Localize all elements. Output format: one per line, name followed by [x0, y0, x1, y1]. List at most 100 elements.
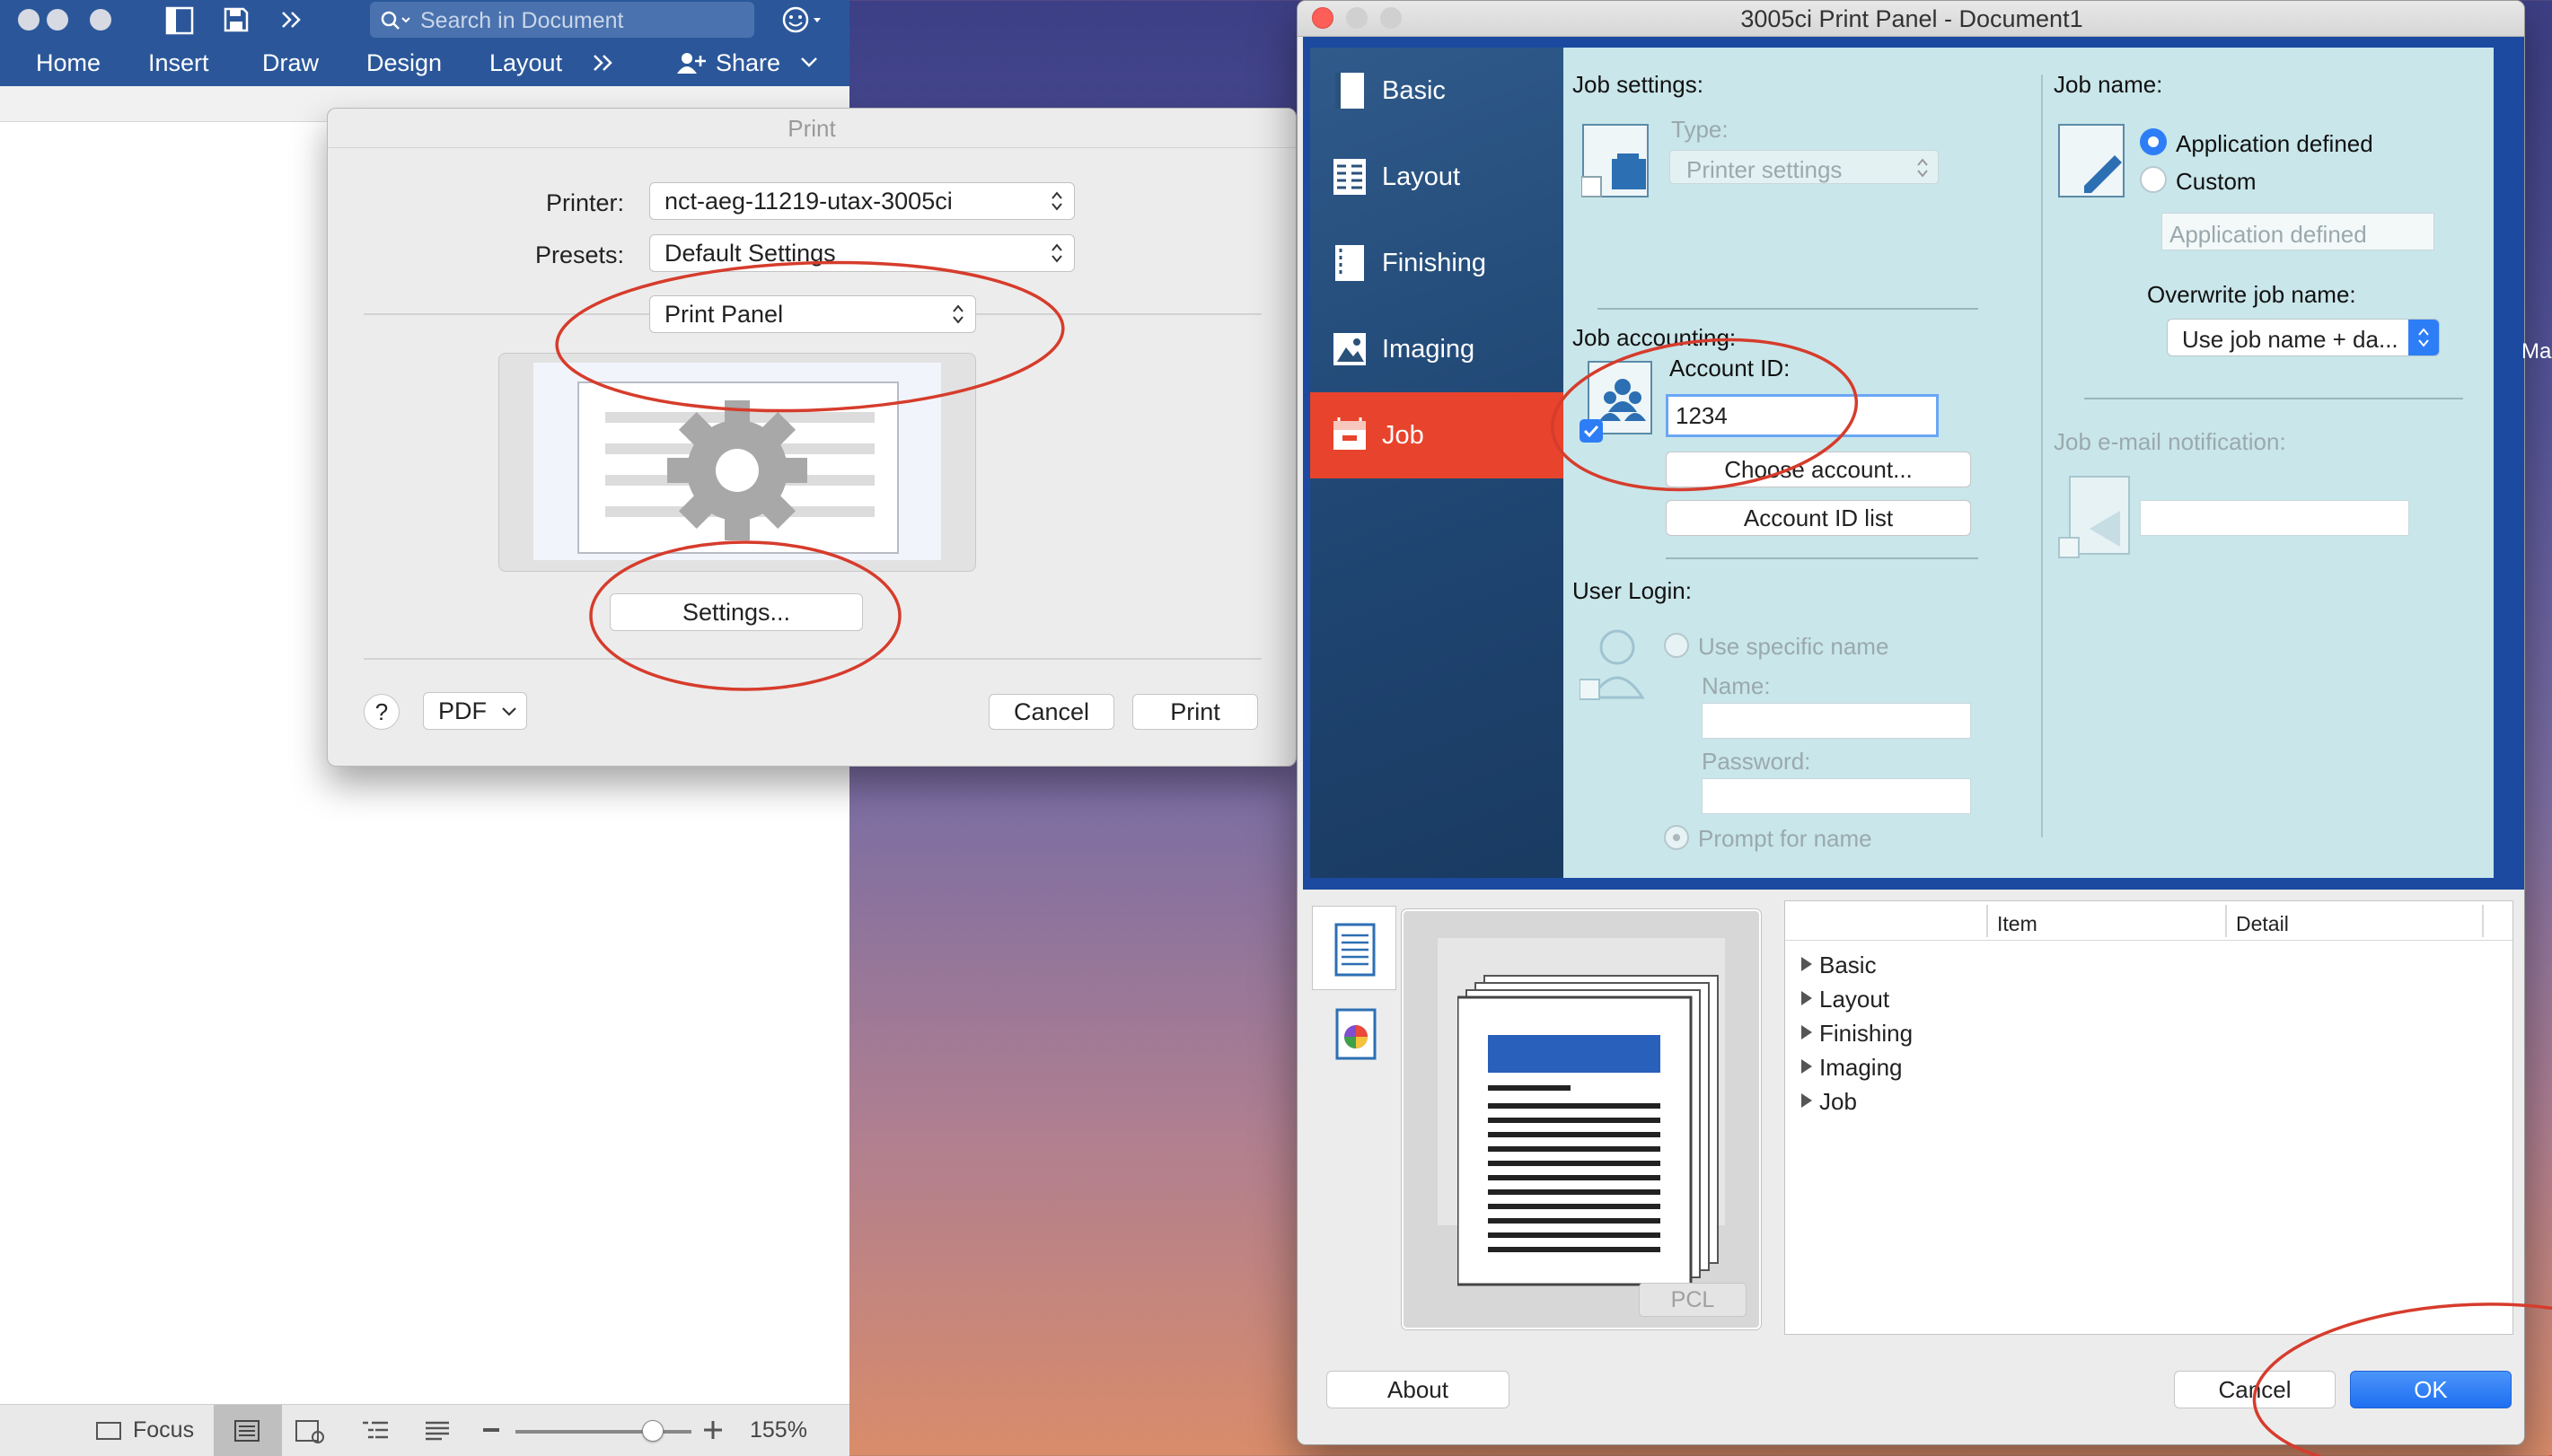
up-down-arrows-icon	[1052, 243, 1062, 263]
smiley-feedback-icon[interactable]	[781, 5, 826, 34]
type-select[interactable]: Printer settings	[1669, 150, 1939, 184]
draft-view-icon[interactable]	[424, 1419, 451, 1443]
focus-icon[interactable]	[95, 1421, 122, 1441]
outline-view-icon[interactable]	[361, 1419, 390, 1443]
job-icon	[1333, 417, 1366, 450]
close-window-button[interactable]	[1312, 7, 1333, 29]
account-id-input[interactable]: 1234	[1666, 394, 1939, 437]
row-label: Job	[1819, 1088, 1857, 1115]
web-layout-icon[interactable]	[295, 1419, 325, 1444]
table-row[interactable]: Basic	[1800, 948, 2159, 982]
minimize-window-button[interactable]	[1346, 7, 1368, 29]
divider	[1597, 308, 1978, 310]
nav-item-job[interactable]: Job	[1310, 392, 1563, 478]
divider	[2084, 398, 2463, 399]
color-preview-tab[interactable]	[1312, 992, 1396, 1076]
password-input[interactable]	[1702, 778, 1971, 814]
settings-summary-table: Item Detail Basic Layout Finishing Imagi…	[1784, 900, 2513, 1335]
print-layout-view-button[interactable]	[214, 1405, 282, 1456]
up-down-arrows-icon	[1052, 191, 1062, 211]
zoom-window-button[interactable]	[90, 9, 111, 31]
zoom-out-icon[interactable]	[483, 1428, 501, 1434]
custom-job-name-input[interactable]: Application defined	[2161, 213, 2434, 250]
account-id-label: Account ID:	[1669, 355, 1791, 382]
ribbon-tab-layout[interactable]: Layout	[489, 49, 562, 77]
nav-item-layout[interactable]: Layout	[1310, 134, 1563, 220]
row-label: Basic	[1819, 952, 1877, 978]
custom-radio[interactable]	[2140, 166, 2167, 193]
nav-item-finishing[interactable]: Finishing	[1310, 220, 1563, 306]
ribbon-tab-insert[interactable]: Insert	[148, 49, 209, 77]
select-stepper	[2408, 320, 2439, 355]
printer-value: nct-aeg-11219-utax-3005ci	[664, 187, 953, 215]
basic-icon	[1335, 73, 1364, 109]
zoom-window-button[interactable]	[1380, 7, 1402, 29]
settings-button[interactable]: Settings...	[610, 593, 863, 631]
more-commands-icon[interactable]	[278, 7, 305, 32]
chevron-down-icon	[502, 707, 516, 716]
share-button[interactable]: Share	[716, 49, 780, 77]
search-field[interactable]: Search in Document	[370, 2, 754, 38]
overwrite-job-name-label: Overwrite job name:	[2147, 281, 2356, 308]
email-notification-icon	[2058, 476, 2130, 558]
minimize-window-button[interactable]	[47, 9, 68, 31]
use-specific-name-radio[interactable]	[1664, 633, 1689, 658]
up-down-arrows-icon	[2418, 328, 2429, 347]
ribbon-tab-home[interactable]: Home	[36, 49, 101, 77]
zoom-percent: 155%	[750, 1417, 807, 1443]
panel-cancel-button[interactable]: Cancel	[2174, 1371, 2336, 1408]
about-button[interactable]: About	[1326, 1371, 1509, 1408]
column-detail[interactable]: Detail	[2236, 912, 2289, 936]
nav-label: Basic	[1382, 75, 1446, 105]
print-button[interactable]: Print	[1132, 694, 1258, 730]
print-dialog: Print Printer: nct-aeg-11219-utax-3005ci…	[327, 108, 1297, 767]
custom-label: Custom	[2176, 168, 2257, 195]
choose-account-button[interactable]: Choose account...	[1666, 452, 1971, 487]
sidebar-toggle-icon[interactable]	[164, 5, 195, 36]
more-tabs-icon[interactable]	[591, 52, 618, 74]
table-row[interactable]: Layout	[1800, 982, 2159, 1016]
page-preview-tab[interactable]	[1312, 906, 1396, 990]
save-icon[interactable]	[222, 5, 251, 34]
print-dialog-title: Print	[328, 109, 1296, 148]
application-defined-radio[interactable]	[2140, 128, 2167, 155]
gear-document-icon	[533, 363, 941, 560]
prompt-for-name-radio[interactable]	[1664, 825, 1689, 850]
focus-label[interactable]: Focus	[133, 1417, 194, 1443]
zoom-in-icon[interactable]	[704, 1421, 722, 1439]
cancel-button[interactable]: Cancel	[989, 694, 1114, 730]
search-placeholder: Search in Document	[420, 8, 624, 33]
ribbon-tab-design[interactable]: Design	[366, 49, 442, 77]
overwrite-job-name-select[interactable]: Use job name + da...	[2167, 319, 2440, 356]
divider	[2041, 75, 2043, 838]
account-checkbox[interactable]	[1580, 419, 1603, 443]
job-settings-icon	[1581, 124, 1649, 197]
search-icon	[381, 11, 410, 30]
word-toolbar: Search in Document Home Insert Draw Desi…	[0, 0, 849, 86]
ok-button[interactable]: OK	[2350, 1371, 2512, 1408]
presets-label: Presets:	[534, 241, 624, 268]
help-button[interactable]: ?	[364, 694, 400, 730]
email-input[interactable]	[2140, 500, 2409, 536]
name-input[interactable]	[1702, 703, 1971, 739]
column-item[interactable]: Item	[1997, 912, 2037, 936]
ribbon-tab-draw[interactable]: Draw	[262, 49, 319, 77]
pdf-menu-button[interactable]: PDF	[423, 692, 527, 730]
nav-item-basic[interactable]: Basic	[1310, 48, 1563, 134]
nav-item-imaging[interactable]: Imaging	[1310, 306, 1563, 392]
close-window-button[interactable]	[18, 9, 40, 31]
table-row[interactable]: Imaging	[1800, 1050, 2159, 1084]
table-row[interactable]: Job	[1800, 1084, 2159, 1118]
chevron-down-icon[interactable]	[799, 56, 819, 70]
type-label: Type:	[1671, 116, 1729, 143]
print-panel-select[interactable]: Print Panel	[649, 295, 976, 333]
zoom-slider-thumb[interactable]	[641, 1420, 664, 1442]
printer-select[interactable]: nct-aeg-11219-utax-3005ci	[649, 182, 1075, 220]
zoom-slider-track[interactable]	[515, 1430, 691, 1434]
presets-value: Default Settings	[664, 239, 836, 267]
up-down-arrows-icon	[1917, 158, 1928, 178]
table-row[interactable]: Finishing	[1800, 1016, 2159, 1050]
presets-select[interactable]: Default Settings	[649, 234, 1075, 272]
job-settings-heading: Job settings:	[1572, 71, 1703, 98]
account-id-list-button[interactable]: Account ID list	[1666, 500, 1971, 536]
